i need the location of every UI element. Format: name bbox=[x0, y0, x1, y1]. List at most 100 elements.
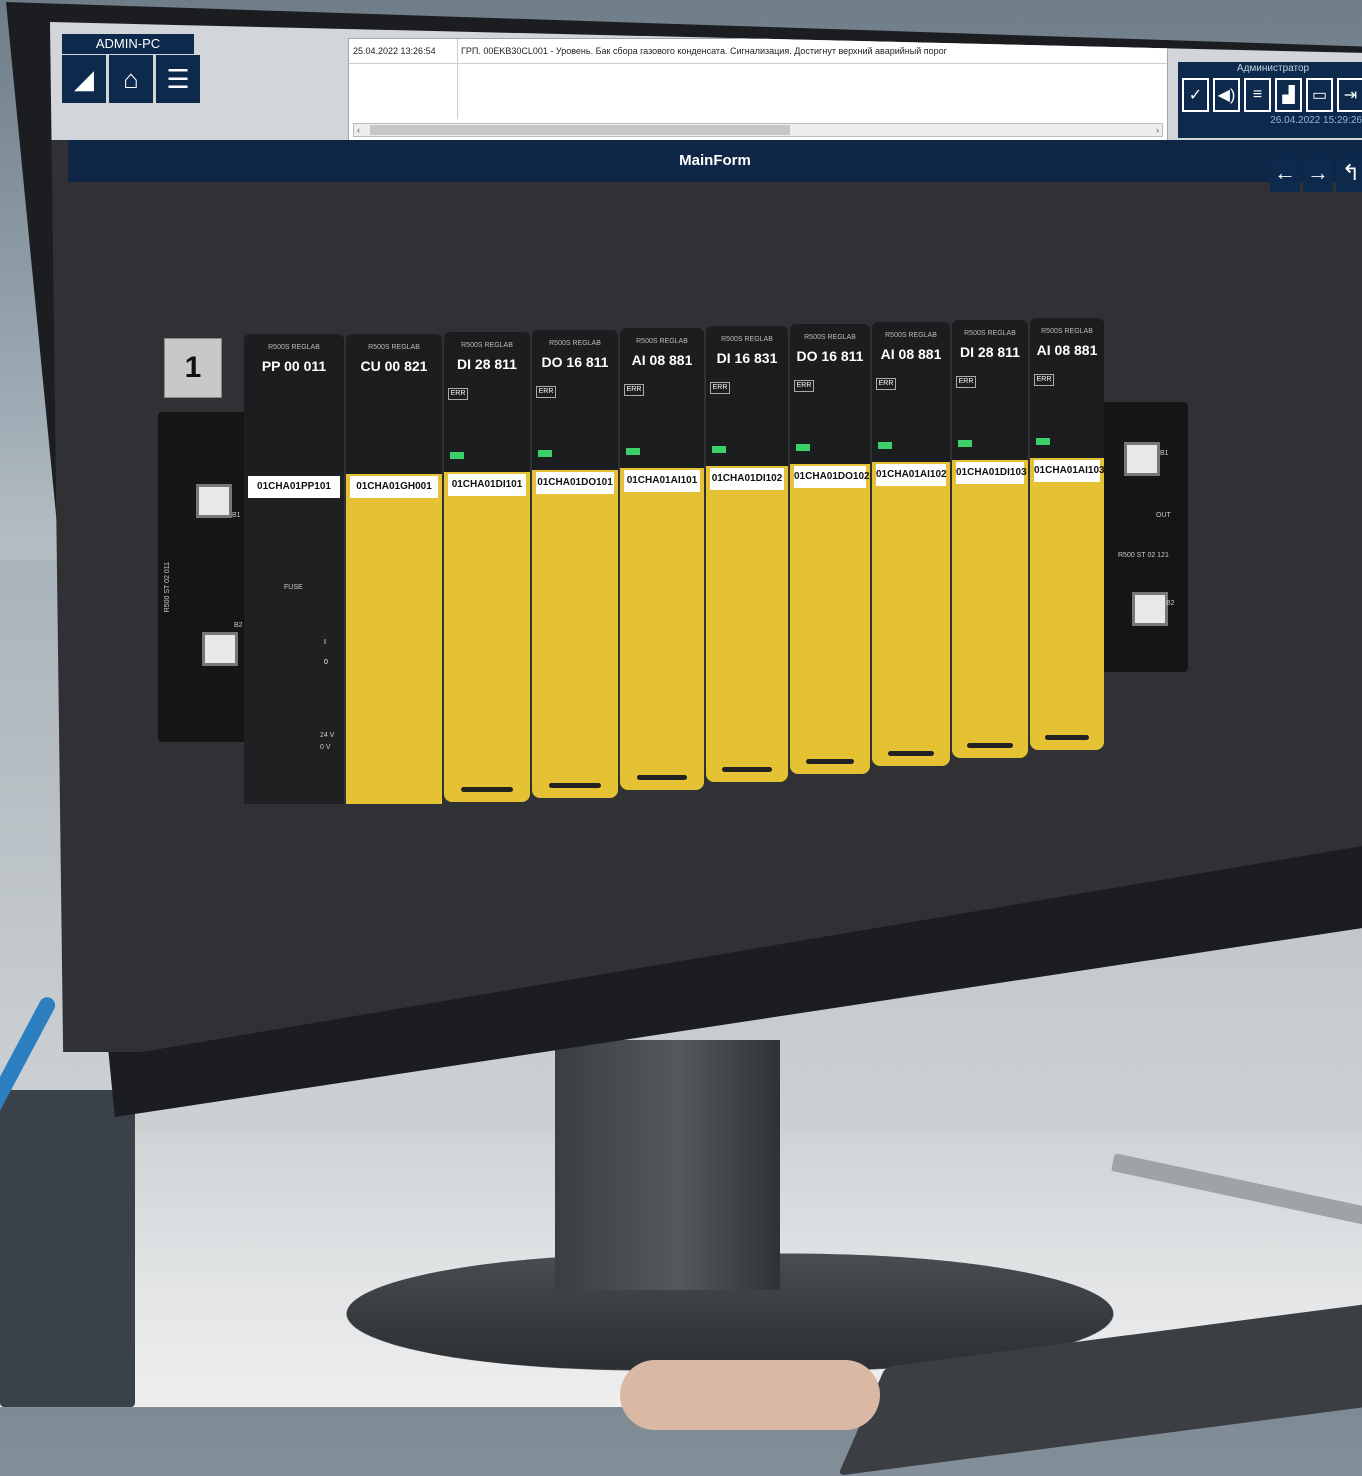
module-io[interactable]: R500S REGLAB AI 08 881 ERR 01CHA01AI103 bbox=[1030, 318, 1104, 750]
module-body bbox=[444, 472, 530, 802]
monitor-stand-neck bbox=[555, 1040, 780, 1290]
module-brand: R500S REGLAB bbox=[461, 342, 513, 349]
monitor-icon[interactable]: ▭ bbox=[1306, 78, 1333, 112]
module-io[interactable]: R500S REGLAB DI 28 811 ERR 01CHA01DI101 bbox=[444, 332, 530, 802]
module-head bbox=[244, 334, 344, 474]
err-indicator: ERR bbox=[956, 376, 976, 388]
scroll-right-icon[interactable]: › bbox=[1156, 124, 1159, 136]
toolbar: ✓ ◀) ≡ ▟ ▭ ⇥ bbox=[1178, 76, 1362, 114]
return-arrow-icon[interactable]: ↰ bbox=[1336, 154, 1362, 192]
logo-button[interactable]: ◢ bbox=[62, 55, 106, 103]
left-b1-label: B1 bbox=[232, 512, 241, 519]
module-body bbox=[872, 462, 950, 766]
right-b1-label: B1 bbox=[1160, 450, 1169, 457]
module-cpu[interactable]: R500S REGLAB CU 00 821 01CHA01GH001 bbox=[346, 334, 442, 814]
module-head bbox=[952, 320, 1028, 460]
desk-organizer bbox=[0, 1090, 135, 1407]
status-led bbox=[538, 450, 552, 457]
module-latch bbox=[722, 767, 772, 772]
module-latch bbox=[887, 751, 935, 756]
module-type: PP 00 011 bbox=[261, 358, 327, 374]
alarm-message: ГРП. 00EKB30CL001 - Уровень. Бак сбора г… bbox=[461, 46, 947, 56]
left-b2-label: B2 bbox=[234, 622, 243, 629]
alarm-log[interactable]: 25.04.2022 13:26:54 ГРП. 00EKB30CL001 - … bbox=[348, 38, 1168, 144]
module-type: DI 16 831 bbox=[716, 350, 778, 366]
user-role: Администратор bbox=[1236, 63, 1310, 74]
trend-icon[interactable]: ▟ bbox=[1275, 78, 1302, 112]
module-tag: 01CHA01AI103 bbox=[1034, 460, 1104, 482]
status-led bbox=[626, 448, 640, 455]
acknowledge-icon[interactable]: ✓ bbox=[1182, 78, 1209, 112]
module-brand: R500S REGLAB bbox=[721, 336, 773, 343]
module-tag: 01CHA01DI102 bbox=[710, 468, 784, 490]
module-io[interactable]: R500S REGLAB AI 08 881 ERR 01CHA01AI102 bbox=[872, 322, 950, 766]
module-head bbox=[444, 332, 530, 472]
hand bbox=[620, 1360, 880, 1430]
back-arrow-icon[interactable]: ← bbox=[1270, 154, 1300, 192]
module-io[interactable]: R500S REGLAB DI 28 811 ERR 01CHA01DI103 bbox=[952, 320, 1028, 758]
list-icon[interactable]: ≡ bbox=[1244, 78, 1271, 112]
module-type: DO 16 811 bbox=[796, 348, 864, 364]
module-type: DI 28 811 bbox=[457, 356, 517, 372]
status-led bbox=[450, 452, 464, 459]
err-indicator: ERR bbox=[794, 380, 814, 392]
module-head bbox=[532, 330, 618, 470]
menu-button[interactable]: ☰ bbox=[156, 55, 200, 103]
module-body bbox=[346, 474, 442, 804]
module-tag: 01CHA01AI101 bbox=[624, 470, 700, 492]
err-indicator: ERR bbox=[710, 382, 730, 394]
status-led bbox=[712, 446, 726, 453]
module-tag: 01CHA01DI101 bbox=[448, 474, 526, 496]
module-latch bbox=[806, 759, 854, 764]
module-body bbox=[244, 474, 344, 804]
module-latch bbox=[549, 783, 601, 788]
module-brand: R500S REGLAB bbox=[964, 330, 1016, 337]
scroll-thumb[interactable] bbox=[370, 125, 790, 135]
switch-on-label: I bbox=[324, 639, 326, 646]
module-latch bbox=[461, 787, 513, 792]
module-brand: R500S REGLAB bbox=[636, 338, 688, 345]
horizontal-scrollbar[interactable]: ‹ › bbox=[353, 123, 1163, 137]
exit-icon[interactable]: ⇥ bbox=[1337, 78, 1362, 112]
sound-icon[interactable]: ◀) bbox=[1213, 78, 1240, 112]
module-latch bbox=[967, 743, 1013, 748]
module-body bbox=[620, 468, 704, 790]
port-b2 bbox=[202, 632, 238, 666]
module-brand: R500S REGLAB bbox=[549, 340, 601, 347]
scroll-left-icon[interactable]: ‹ bbox=[357, 124, 360, 136]
nav-buttons: ◢ ⌂ ☰ bbox=[62, 55, 200, 103]
module-type: CU 00 821 bbox=[360, 358, 428, 374]
window-title: MainForm bbox=[68, 140, 1362, 182]
module-brand: R500S REGLAB bbox=[885, 332, 937, 339]
err-indicator: ERR bbox=[536, 386, 556, 398]
port-b1 bbox=[196, 484, 232, 518]
module-latch bbox=[1044, 735, 1090, 740]
status-led bbox=[796, 444, 810, 451]
right-bus-model: R500 ST 02 121 bbox=[1118, 552, 1169, 559]
fuse-label: FUSE bbox=[284, 584, 303, 591]
module-head bbox=[1030, 318, 1104, 458]
err-indicator: ERR bbox=[624, 384, 644, 396]
module-body bbox=[1030, 458, 1104, 750]
module-io[interactable]: R500S REGLAB DO 16 811 ERR 01CHA01DO101 bbox=[532, 330, 618, 798]
forward-arrow-icon[interactable]: → bbox=[1303, 154, 1333, 192]
module-brand: R500S REGLAB bbox=[368, 344, 420, 351]
home-button[interactable]: ⌂ bbox=[109, 55, 153, 103]
module-io[interactable]: R500S REGLAB DI 16 831 ERR 01CHA01DI102 bbox=[706, 326, 788, 782]
right-bus-module[interactable]: B1 OUT R500 ST 02 121 B2 bbox=[1098, 402, 1188, 672]
port-b2-right bbox=[1132, 592, 1168, 626]
module-body bbox=[952, 460, 1028, 758]
module-body bbox=[790, 464, 870, 774]
module-head bbox=[872, 322, 950, 462]
module-type: AI 08 881 bbox=[631, 352, 693, 368]
status-led bbox=[878, 442, 892, 449]
right-b2-label: B2 bbox=[1166, 600, 1175, 607]
module-io[interactable]: R500S REGLAB DO 16 811 ERR 01CHA01DO102 bbox=[790, 324, 870, 774]
module-brand: R500S REGLAB bbox=[268, 344, 320, 351]
history-nav: ← → ↰ bbox=[1270, 154, 1362, 192]
module-power[interactable]: R500S REGLAB PP 00 011 01CHA01PP101 FUSE… bbox=[244, 334, 344, 814]
err-indicator: ERR bbox=[1034, 374, 1054, 386]
module-brand: R500S REGLAB bbox=[1041, 328, 1093, 335]
datetime: 26.04.2022 15:29:26 bbox=[1270, 115, 1362, 126]
module-io[interactable]: R500S REGLAB AI 08 881 ERR 01CHA01AI101 bbox=[620, 328, 704, 790]
